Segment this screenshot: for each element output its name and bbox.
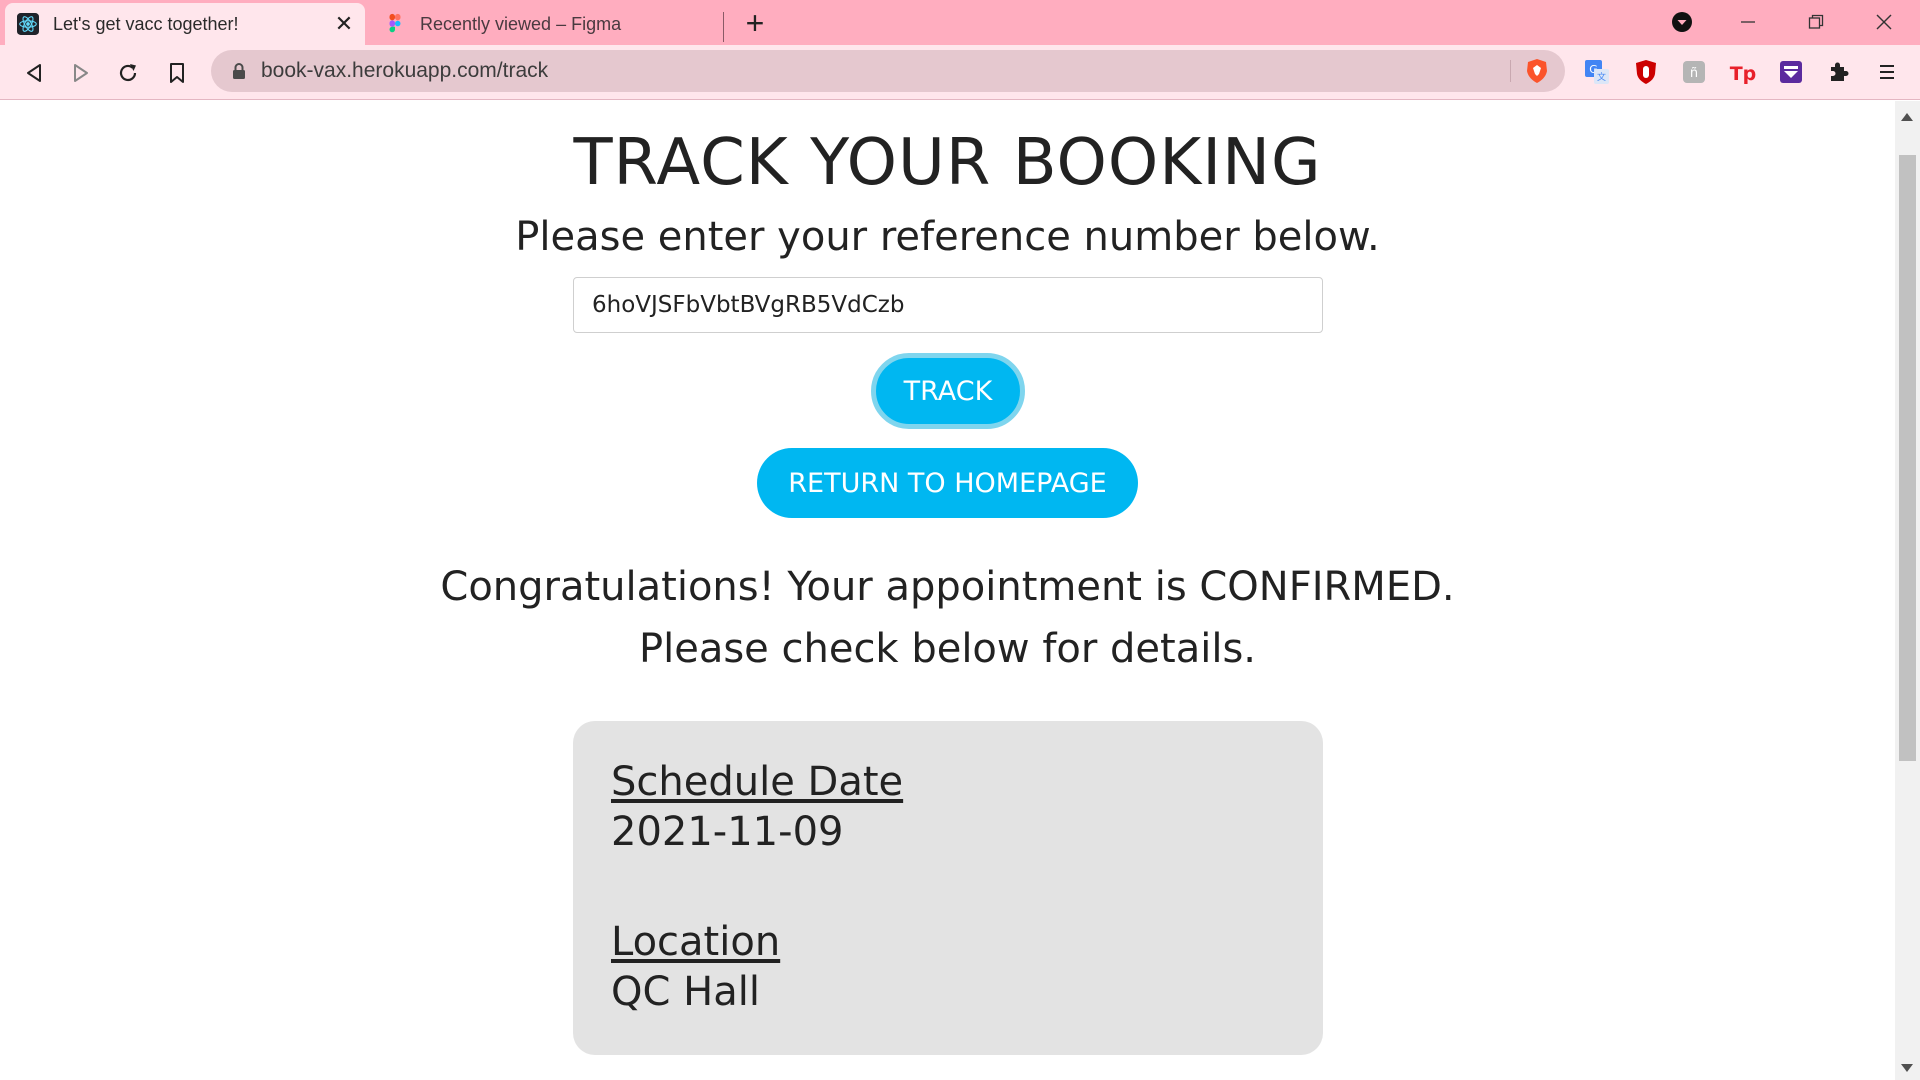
- confirmation-message: Congratulations! Your appointment is CON…: [440, 564, 1455, 610]
- restore-icon[interactable]: [1796, 6, 1836, 38]
- address-bar[interactable]: book-vax.herokuapp.com/track: [211, 50, 1565, 92]
- extension-grey-icon[interactable]: ñ: [1679, 57, 1709, 87]
- schedule-date-label: Schedule Date: [611, 759, 904, 805]
- forward-icon[interactable]: [61, 53, 101, 93]
- bookmark-icon[interactable]: [157, 53, 197, 93]
- scrollbar-thumb[interactable]: [1899, 155, 1916, 761]
- back-icon[interactable]: [14, 53, 54, 93]
- browser-toolbar: book-vax.herokuapp.com/track G文 ñ Tp: [0, 45, 1920, 100]
- schedule-date-value: 2021-11-09: [611, 809, 844, 855]
- translate-extension-icon[interactable]: G文: [1582, 57, 1612, 87]
- details-prompt: Please check below for details.: [638, 626, 1257, 672]
- track-button[interactable]: TRACK: [871, 353, 1025, 429]
- location-label: Location: [611, 919, 781, 965]
- tp-extension-icon[interactable]: Tp: [1728, 57, 1758, 87]
- new-tab-button[interactable]: +: [740, 7, 770, 39]
- scroll-up-icon[interactable]: [1901, 113, 1913, 121]
- svg-text:ñ: ñ: [1690, 66, 1698, 81]
- tab-figma[interactable]: Recently viewed – Figma: [372, 3, 724, 45]
- react-icon: [17, 13, 39, 35]
- close-icon[interactable]: ✕: [333, 11, 355, 36]
- minimize-icon[interactable]: [1728, 6, 1768, 38]
- page-title: TRACK YOUR BOOKING: [573, 126, 1322, 200]
- svg-text:Tp: Tp: [1730, 63, 1757, 85]
- close-window-icon[interactable]: [1864, 6, 1904, 38]
- extensions-puzzle-icon[interactable]: [1824, 57, 1854, 87]
- purple-extension-icon[interactable]: [1776, 57, 1806, 87]
- scroll-down-icon[interactable]: [1901, 1064, 1913, 1072]
- svg-text:文: 文: [1597, 71, 1606, 83]
- page-content: TRACK YOUR BOOKING Please enter your ref…: [0, 101, 1895, 1080]
- ublock-extension-icon[interactable]: [1631, 57, 1661, 87]
- tab-title: Let's get vacc together!: [53, 13, 239, 34]
- instruction-text: Please enter your reference number below…: [515, 214, 1380, 260]
- tab-title: Recently viewed – Figma: [420, 13, 622, 34]
- url-text: book-vax.herokuapp.com/track: [261, 59, 549, 82]
- tab-separator: [723, 12, 724, 42]
- tab-bar: Let's get vacc together! ✕ Recently view…: [0, 0, 1920, 45]
- reference-number-input[interactable]: [573, 277, 1323, 333]
- appointment-details-card: Schedule Date 2021-11-09 Location QC Hal…: [573, 721, 1323, 1055]
- reload-icon[interactable]: [108, 53, 148, 93]
- figma-icon: [389, 13, 401, 33]
- return-to-homepage-button[interactable]: RETURN TO HOMEPAGE: [757, 448, 1138, 518]
- menu-icon[interactable]: [1872, 57, 1902, 87]
- tab-active[interactable]: Let's get vacc together! ✕: [5, 3, 365, 45]
- location-value: QC Hall: [611, 969, 760, 1015]
- page-scrollbar[interactable]: [1895, 101, 1920, 1080]
- tab-search-icon[interactable]: [1662, 6, 1702, 38]
- lock-icon: [233, 63, 245, 79]
- brave-shields-icon[interactable]: [1523, 57, 1551, 85]
- divider: [1510, 60, 1511, 82]
